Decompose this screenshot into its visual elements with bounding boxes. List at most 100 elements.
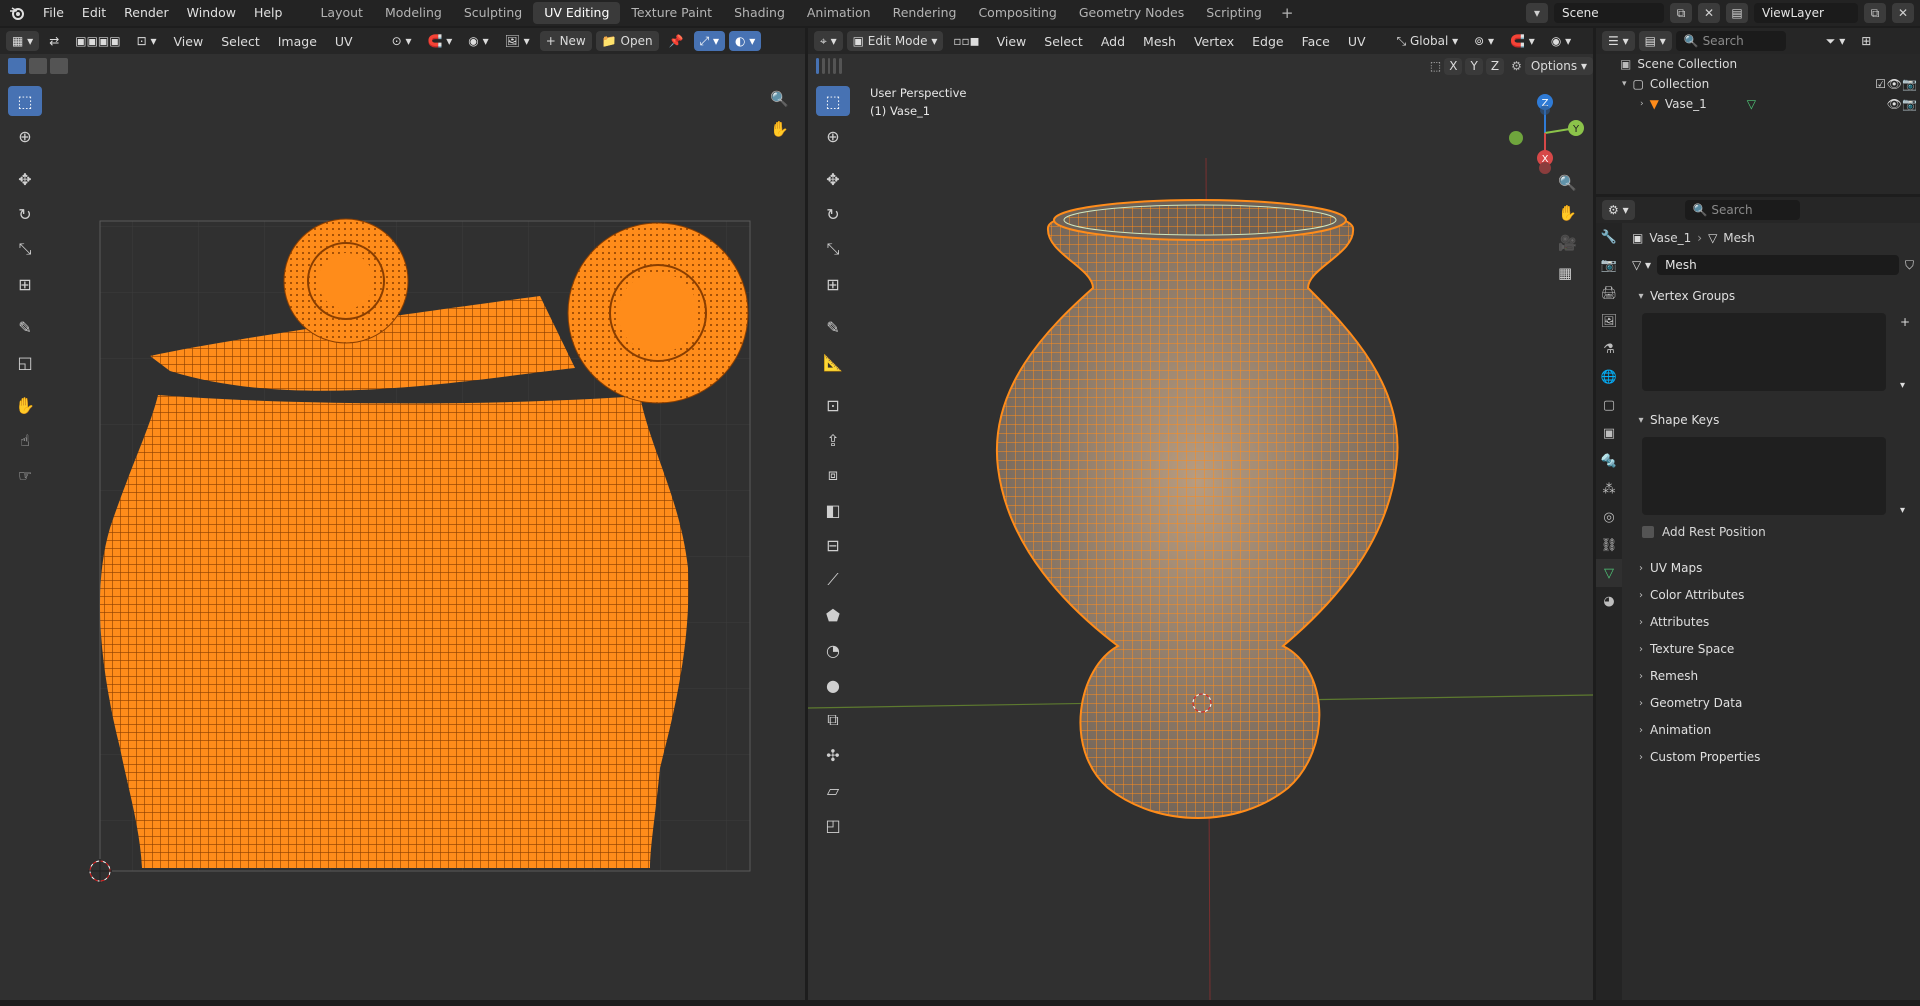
tab-compositing[interactable]: Compositing [967,2,1067,24]
tab-scripting[interactable]: Scripting [1195,2,1273,24]
navigation-gizmo[interactable]: Z Y X [1500,88,1590,178]
panel-animation[interactable]: › Animation [1632,717,1920,743]
tab-uv-editing[interactable]: UV Editing [533,2,621,24]
knife-tool-icon[interactable]: ⟋ [816,565,850,595]
properties-editor-type-icon[interactable]: ⚙ ▾ [1602,200,1635,220]
mirror-y-toggle[interactable]: Y [1465,57,1483,75]
annotate-3d-tool-icon[interactable]: ✎ [816,312,850,342]
view-layer-tab-icon[interactable]: 🖼 [1596,307,1622,335]
filter-icon[interactable]: ⏷ ▾ [1820,31,1851,51]
collection-expand-icon[interactable]: ▾ [1622,79,1627,89]
tab-texture-paint[interactable]: Texture Paint [620,2,723,24]
smooth-tool-icon[interactable]: ● [816,670,850,700]
transform-3d-tool-icon[interactable]: ⊞ [816,269,850,299]
panel-remesh[interactable]: › Remesh [1632,663,1920,689]
panel-color-attributes[interactable]: › Color Attributes [1632,582,1920,608]
collection-checkbox-icon[interactable]: ☑ [1875,77,1886,91]
vase-expand-icon[interactable]: › [1640,99,1644,109]
scene-field[interactable]: Scene [1554,3,1664,23]
scale-3d-tool-icon[interactable]: ⤡ [816,234,850,264]
menu-view-3d[interactable]: View [990,34,1034,49]
mode-dropdown[interactable]: ▣ Edit Mode ▾ [846,31,944,51]
select-intersect-3d-icon[interactable] [839,58,842,74]
panel-custom-properties[interactable]: › Custom Properties [1632,744,1920,770]
collection-render-icon[interactable]: 📷 [1902,77,1917,91]
shape-key-menu-icon[interactable]: ▾ [1900,505,1905,516]
tab-rendering[interactable]: Rendering [882,2,968,24]
menu-mesh[interactable]: Mesh [1136,34,1183,49]
material-tab-icon[interactable]: ◕ [1596,587,1622,615]
shrink-fatten-tool-icon[interactable]: ✣ [816,740,850,770]
panel-attributes[interactable]: › Attributes [1632,609,1920,635]
tab-shading[interactable]: Shading [723,2,796,24]
outliner-row-collection[interactable]: ▾ ▢ Collection ☑ 👁 📷 [1596,74,1920,94]
vase-visibility-icon[interactable]: 👁 [1887,97,1902,111]
move-3d-tool-icon[interactable]: ✥ [816,164,850,194]
new-scene-icon[interactable]: ⧉ [1670,3,1692,23]
particles-tab-icon[interactable]: ⁂ [1596,475,1622,503]
collection-visibility-icon[interactable]: 👁 [1887,77,1902,91]
tab-layout[interactable]: Layout [309,2,374,24]
panel-geometry-data[interactable]: › Geometry Data [1632,690,1920,716]
tool-tab-icon[interactable]: 🔧 [1596,223,1622,251]
mesh-data-icon[interactable]: ▽ [1747,97,1756,111]
tab-geometry-nodes[interactable]: Geometry Nodes [1068,2,1195,24]
add-cube-tool-icon[interactable]: ⊡ [816,390,850,420]
display-mode-icon[interactable]: ▤ ▾ [1638,31,1672,51]
mesh-select-mode-icon[interactable]: ▫▫◼ [947,31,985,51]
menu-edge[interactable]: Edge [1245,34,1290,49]
viewport-editor-type-icon[interactable]: ⌖ ▾ [814,31,843,51]
bevel-tool-icon[interactable]: ◧ [816,495,850,525]
physics-tab-icon[interactable]: ◎ [1596,503,1622,531]
add-workspace-button[interactable]: + [1273,4,1302,22]
mesh-browse-icon[interactable]: ▽ ▾ [1632,258,1651,272]
view-layer-field[interactable]: ViewLayer [1754,3,1858,23]
menu-select-3d[interactable]: Select [1037,34,1090,49]
ortho-toggle-icon[interactable]: ▦ [1558,264,1572,282]
menu-vertex[interactable]: Vertex [1187,34,1241,49]
measure-tool-icon[interactable]: 📐 [816,347,850,377]
properties-search-input[interactable]: 🔍 Search [1684,200,1800,220]
mirror-icon[interactable]: ⬚ [1430,59,1441,73]
uv-island-rim[interactable] [283,218,409,344]
collection-tab-icon[interactable]: ▢ [1596,391,1622,419]
orientation-dropdown[interactable]: ⤡ Global ▾ [1391,31,1465,51]
panel-texture-space[interactable]: › Texture Space [1632,636,1920,662]
proportional-3d-icon[interactable]: ◉ ▾ [1545,31,1577,51]
outliner-row-scene-collection[interactable]: ▣ Scene Collection [1596,54,1920,74]
snap-3d-icon[interactable]: 🧲 ▾ [1504,31,1541,51]
loop-cut-tool-icon[interactable]: ⊟ [816,530,850,560]
vase-render-icon[interactable]: 📷 [1902,97,1917,111]
edge-slide-tool-icon[interactable]: ⧉ [816,705,850,735]
scene-tab-icon[interactable]: ⚗ [1596,335,1622,363]
spin-tool-icon[interactable]: ◔ [816,635,850,665]
view-layer-icon[interactable]: ▤ [1726,3,1748,23]
poly-build-tool-icon[interactable]: ⬟ [816,600,850,630]
mesh-options-icon[interactable]: ⚙ [1511,59,1522,73]
tab-sculpting[interactable]: Sculpting [453,2,533,24]
uv-canvas[interactable] [0,28,805,1000]
menu-render[interactable]: Render [115,0,178,26]
menu-uv-3d[interactable]: UV [1341,34,1373,49]
mirror-z-toggle[interactable]: Z [1485,57,1505,75]
add-vertex-group-icon[interactable]: + [1900,315,1910,329]
vertex-groups-list[interactable] [1642,313,1886,391]
outliner-row-vase[interactable]: › ▼ Vase_1 ▽ 👁 📷 [1596,94,1920,114]
outliner-editor-type-icon[interactable]: ☰ ▾ [1602,31,1635,51]
fake-user-icon[interactable]: ⛉ [1905,258,1914,273]
uv-island-base[interactable] [567,222,749,404]
tab-modeling[interactable]: Modeling [374,2,453,24]
rotate-3d-tool-icon[interactable]: ↻ [816,199,850,229]
camera-view-icon[interactable]: 🎥 [1558,234,1577,252]
render-tab-icon[interactable]: 📷 [1596,251,1622,279]
tab-animation[interactable]: Animation [796,2,882,24]
menu-add[interactable]: Add [1094,34,1132,49]
mirror-x-toggle[interactable]: X [1444,57,1463,75]
add-rest-position-checkbox[interactable] [1642,526,1654,538]
menu-edit[interactable]: Edit [73,0,115,26]
extrude-tool-icon[interactable]: ⇪ [816,425,850,455]
inset-tool-icon[interactable]: ⧈ [816,460,850,490]
menu-help[interactable]: Help [245,0,292,26]
pan-3d-icon[interactable]: ✋ [1558,204,1577,222]
select-new-3d-icon[interactable] [816,58,819,74]
